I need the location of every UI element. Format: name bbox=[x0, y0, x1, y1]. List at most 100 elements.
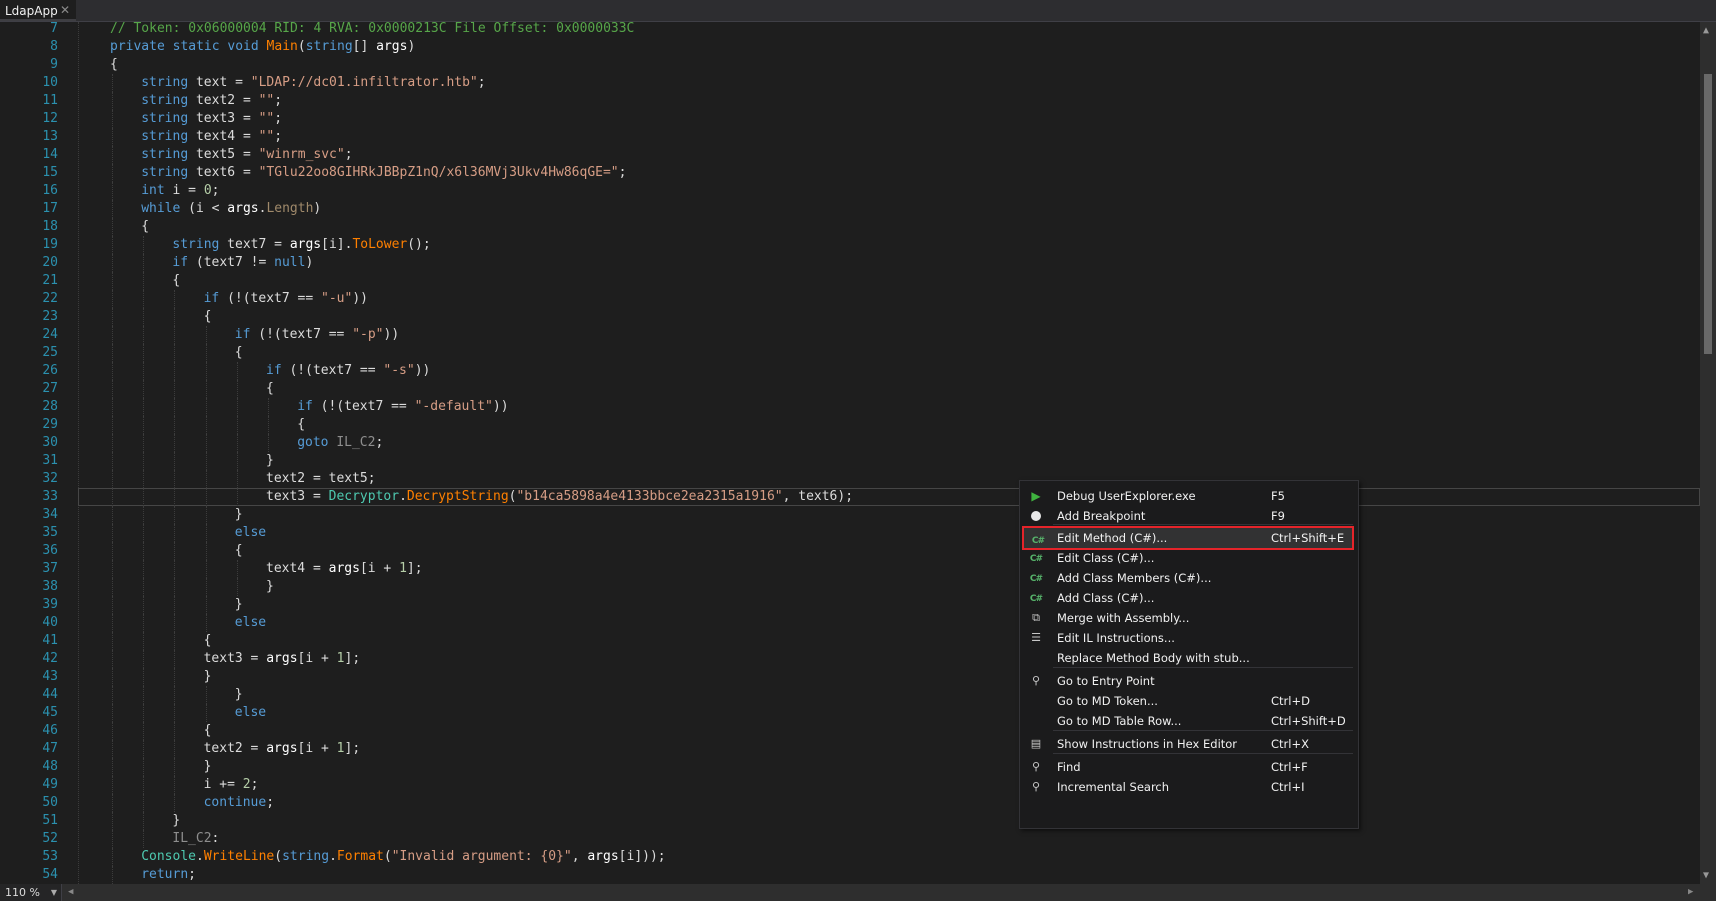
vertical-scrollbar[interactable]: ▲ ▼ bbox=[1700, 22, 1716, 884]
indent-guide bbox=[112, 110, 113, 128]
code-line[interactable]: 39} bbox=[0, 596, 1700, 614]
code-token: int bbox=[141, 183, 165, 198]
code-editor[interactable]: 7 // Token: 0x06000004 RID: 4 RVA: 0x0000… bbox=[0, 22, 1700, 884]
menu-item-go-to-md-token[interactable]: Go to MD Token... Ctrl+D bbox=[1022, 691, 1354, 711]
code-line[interactable]: 46 { bbox=[0, 722, 1700, 740]
line-number: 52 bbox=[42, 831, 58, 846]
scroll-left-icon[interactable]: ◀ bbox=[68, 884, 73, 901]
code-line[interactable]: 29 { bbox=[0, 416, 1700, 434]
code-line[interactable]: 54 return; bbox=[0, 866, 1700, 884]
indent-guide bbox=[174, 362, 176, 380]
code-line[interactable]: 11 string text2 = ""; bbox=[0, 92, 1700, 110]
menu-item-go-to-entry-point[interactable]: ⚲ Go to Entry Point bbox=[1022, 671, 1354, 691]
code-line[interactable]: 31} bbox=[0, 452, 1700, 470]
zoom-selector[interactable]: 110 % ▼ bbox=[0, 884, 62, 901]
code-line[interactable]: 9{ bbox=[0, 56, 1700, 74]
scroll-right-icon[interactable]: ▶ bbox=[1688, 884, 1693, 901]
code-line[interactable]: 26 if (!(text7 == "-s")) bbox=[0, 362, 1700, 380]
merge-icon: ⧉ bbox=[1032, 611, 1040, 624]
close-icon[interactable]: ✕ bbox=[60, 3, 70, 17]
code-line[interactable]: 48} bbox=[0, 758, 1700, 776]
code-line[interactable]: 22 if (!(text7 == "-u")) bbox=[0, 290, 1700, 308]
code-text: { bbox=[266, 380, 274, 398]
code-line[interactable]: 28 if (!(text7 == "-default")) bbox=[0, 398, 1700, 416]
scroll-down-icon[interactable]: ▼ bbox=[1703, 870, 1709, 881]
code-token: "-s" bbox=[383, 363, 415, 378]
code-token: return bbox=[141, 867, 189, 882]
code-line[interactable]: 44} bbox=[0, 686, 1700, 704]
menu-item-find[interactable]: ⚲ Find Ctrl+F bbox=[1022, 757, 1354, 777]
code-token: ; bbox=[274, 129, 283, 144]
code-line[interactable]: 40 else bbox=[0, 614, 1700, 632]
menu-item-add-class-c[interactable]: C# Add Class (C#)... bbox=[1022, 588, 1354, 608]
menu-item-edit-il-instructions[interactable]: ☰ Edit IL Instructions... bbox=[1022, 628, 1354, 648]
indent-guide bbox=[143, 344, 145, 362]
code-line[interactable]: 33 text3 = Decryptor.DecryptString("b14ca… bbox=[0, 488, 1700, 506]
code-line[interactable]: 37 text4 = args[i + 1]; bbox=[0, 560, 1700, 578]
code-token: private static void bbox=[110, 39, 267, 54]
code-token: ; bbox=[274, 111, 283, 126]
line-number: 30 bbox=[42, 435, 58, 450]
code-line[interactable]: 12 string text3 = ""; bbox=[0, 110, 1700, 128]
code-line[interactable]: 13 string text4 = ""; bbox=[0, 128, 1700, 146]
scrollbar-thumb[interactable] bbox=[1704, 74, 1712, 354]
line-number: 46 bbox=[42, 723, 58, 738]
code-line[interactable]: 20 if (text7 != null) bbox=[0, 254, 1700, 272]
code-line[interactable]: 14 string text5 = "winrm_svc"; bbox=[0, 146, 1700, 164]
context-menu: ▶ Debug UserExplorer.exe F5 Add Breakpoint F… bbox=[1019, 480, 1359, 829]
code-line[interactable]: 27 { bbox=[0, 380, 1700, 398]
menu-item-debug-userexplorer-exe[interactable]: ▶ Debug UserExplorer.exe F5 bbox=[1022, 486, 1354, 506]
code-line[interactable]: 21 { bbox=[0, 272, 1700, 290]
code-line[interactable]: 35 else bbox=[0, 524, 1700, 542]
code-line[interactable]: 34} bbox=[0, 506, 1700, 524]
menu-item-edit-method-c[interactable]: C# Edit Method (C#)... Ctrl+Shift+E bbox=[1022, 526, 1354, 550]
menu-item-incremental-search[interactable]: ⚲ Incremental Search Ctrl+I bbox=[1022, 777, 1354, 797]
code-line[interactable]: 53 Console.WriteLine(string.Format("Inval… bbox=[0, 848, 1700, 866]
code-token: 1 bbox=[336, 741, 345, 756]
indent-guide bbox=[143, 740, 145, 758]
code-line[interactable]: 23 { bbox=[0, 308, 1700, 326]
menu-item-add-breakpoint[interactable]: Add Breakpoint F9 bbox=[1022, 506, 1354, 526]
chevron-down-icon[interactable]: ▼ bbox=[51, 884, 57, 901]
code-line[interactable]: 30 goto IL_C2; bbox=[0, 434, 1700, 452]
code-line[interactable]: 32 text2 = text5; bbox=[0, 470, 1700, 488]
line-number: 29 bbox=[42, 417, 58, 432]
indent-guide bbox=[112, 650, 113, 668]
code-line[interactable]: 36 { bbox=[0, 542, 1700, 560]
code-token: string bbox=[305, 39, 353, 54]
code-token: ]; bbox=[406, 561, 423, 576]
code-line[interactable]: 50 continue; bbox=[0, 794, 1700, 812]
status-bar: 110 % ▼ ◀ ▶ bbox=[0, 884, 1716, 901]
code-line[interactable]: 17 while (i < args.Length) bbox=[0, 200, 1700, 218]
line-number: 26 bbox=[42, 363, 58, 378]
code-line[interactable]: 45 else bbox=[0, 704, 1700, 722]
code-token: { bbox=[110, 57, 118, 72]
code-token: IL_C2 bbox=[172, 831, 212, 846]
code-line[interactable]: 25 { bbox=[0, 344, 1700, 362]
code-line[interactable]: 19 string text7 = args[i].ToLower(); bbox=[0, 236, 1700, 254]
menu-item-go-to-md-table-row[interactable]: Go to MD Table Row... Ctrl+Shift+D bbox=[1022, 711, 1354, 731]
menu-item-edit-class-c[interactable]: C# Edit Class (C#)... bbox=[1022, 548, 1354, 568]
code-line[interactable]: 51} bbox=[0, 812, 1700, 830]
code-line[interactable]: 42 text3 = args[i + 1]; bbox=[0, 650, 1700, 668]
tab-ldapapp[interactable]: LdapApp ✕ bbox=[0, 0, 76, 21]
hex-icon: ▤ bbox=[1030, 737, 1042, 750]
code-line[interactable]: 24 if (!(text7 == "-p")) bbox=[0, 326, 1700, 344]
code-line[interactable]: 8 private static void Main(string[] args) bbox=[0, 38, 1700, 56]
code-line[interactable]: 18 { bbox=[0, 218, 1700, 236]
code-line[interactable]: 15 string text6 = "TGlu22oo8GIHRkJBBpZ1nQ… bbox=[0, 164, 1700, 182]
scroll-up-icon[interactable]: ▲ bbox=[1703, 25, 1709, 36]
code-line[interactable]: 52 IL_C2: bbox=[0, 830, 1700, 848]
menu-item-show-instructions-in-hex-editor[interactable]: ▤ Show Instructions in Hex Editor Ctrl+X bbox=[1022, 734, 1354, 754]
menu-item-replace-method-body-with-stub[interactable]: Replace Method Body with stub... bbox=[1022, 648, 1354, 668]
code-line[interactable]: 41 { bbox=[0, 632, 1700, 650]
code-line[interactable]: 38} bbox=[0, 578, 1700, 596]
code-line[interactable]: 47 text2 = args[i + 1]; bbox=[0, 740, 1700, 758]
menu-item-merge-with-assembly[interactable]: ⧉ Merge with Assembly... bbox=[1022, 608, 1354, 628]
code-line[interactable]: 49 i += 2; bbox=[0, 776, 1700, 794]
menu-item-add-class-members-c[interactable]: C# Add Class Members (C#)... bbox=[1022, 568, 1354, 588]
code-line[interactable]: 43} bbox=[0, 668, 1700, 686]
code-line[interactable]: 16 int i = 0; bbox=[0, 182, 1700, 200]
code-line[interactable]: 10 string text = "LDAP://dc01.infiltrator… bbox=[0, 74, 1700, 92]
code-line[interactable]: 7 // Token: 0x06000004 RID: 4 RVA: 0x0000… bbox=[0, 22, 1700, 38]
